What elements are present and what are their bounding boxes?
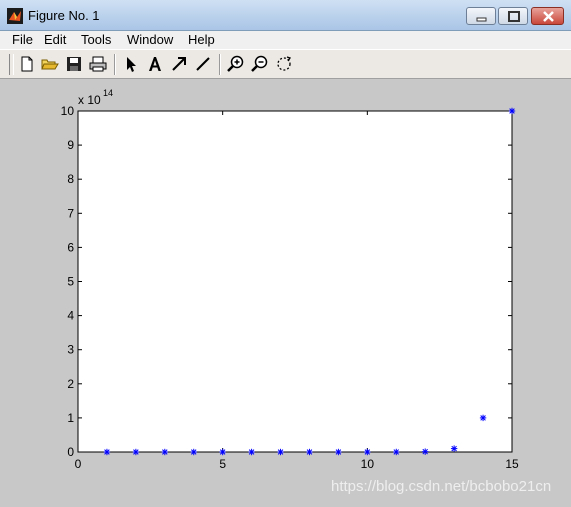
y-tick-label: 6 [67,240,74,254]
menu-file[interactable]: File [12,31,33,48]
y-tick-label: 8 [67,172,74,186]
y-tick-label: 7 [67,206,74,220]
data-point [190,448,197,456]
window-title: Figure No. 1 [28,8,100,23]
new-file-icon [21,56,33,72]
zoom-out-button[interactable] [250,54,270,74]
x-tick-label: 10 [361,457,375,471]
close-icon [543,11,554,22]
open-folder-icon [41,59,59,70]
y-tick-label: 0 [67,445,74,459]
rotate-3d-button[interactable] [274,54,294,74]
close-button[interactable] [531,7,564,25]
y-tick-label: 10 [61,104,75,118]
insert-text-button[interactable] [145,54,165,74]
watermark: https://blog.csdn.net/bcbobo21cn [331,478,552,495]
data-point [132,448,140,456]
maximize-button[interactable] [498,7,528,25]
y-tick-label: 5 [67,275,74,289]
open-file-button[interactable] [40,54,60,74]
matlab-logo-icon [7,8,23,24]
zoom-out-icon [251,55,268,72]
y-exponent-label: x 10 [78,93,101,107]
maximize-icon [508,11,520,22]
data-point [422,448,429,455]
minimize-button[interactable] [466,7,496,25]
data-point [219,448,226,456]
title-bar: Figure No. 1 [0,0,571,31]
x-tick-label: 0 [75,457,82,471]
data-point [393,448,400,456]
insert-line-button[interactable] [193,54,213,74]
toolbar-separator [219,54,221,75]
save-icon [67,57,81,71]
minimize-icon [476,17,487,22]
edit-plot-button[interactable] [121,54,141,74]
insert-arrow-icon [172,57,186,71]
menu-bar: File Edit Tools Window Help [0,31,571,49]
data-point [103,448,111,456]
data-point [161,448,168,456]
data-point [306,448,313,456]
zoom-in-icon [227,55,244,72]
data-point [364,448,371,456]
insert-line-icon [196,57,210,71]
y-exponent-power: 14 [103,88,113,98]
y-tick-label: 3 [67,343,74,357]
figure-canvas[interactable]: 0 5 10 15 0 1 2 3 4 5 6 7 8 9 10 x 10 14 https://blog.… [0,80,571,507]
data-point [277,448,284,456]
y-tick-label: 2 [67,377,74,391]
data-point [508,107,516,115]
x-tick-label: 5 [219,457,226,471]
plot-area[interactable] [77,110,513,453]
new-figure-button[interactable] [17,54,37,74]
insert-text-icon [149,57,161,71]
print-icon [89,56,107,72]
rotate-icon [277,56,292,71]
y-tick-label: 1 [67,411,74,425]
data-point [479,414,487,422]
toolbar [0,49,571,79]
insert-arrow-button[interactable] [169,54,189,74]
x-tick-label: 15 [505,457,519,471]
y-tick-label: 9 [67,138,74,152]
toolbar-separator [114,54,116,75]
menu-edit[interactable]: Edit [44,31,66,48]
menu-help[interactable]: Help [188,31,215,48]
data-point [248,448,255,456]
menu-tools[interactable]: Tools [81,31,111,48]
y-tick-label: 4 [67,309,74,323]
menu-window[interactable]: Window [127,31,173,48]
scatter-chart: 0 5 10 15 0 1 2 3 4 5 6 7 8 9 10 x 10 14 [61,88,519,471]
save-button[interactable] [64,54,84,74]
toolbar-grip[interactable] [9,54,14,75]
data-point [335,448,342,456]
data-point [450,445,458,452]
zoom-in-button[interactable] [226,54,246,74]
select-arrow-icon [127,57,136,72]
print-button[interactable] [88,54,108,74]
